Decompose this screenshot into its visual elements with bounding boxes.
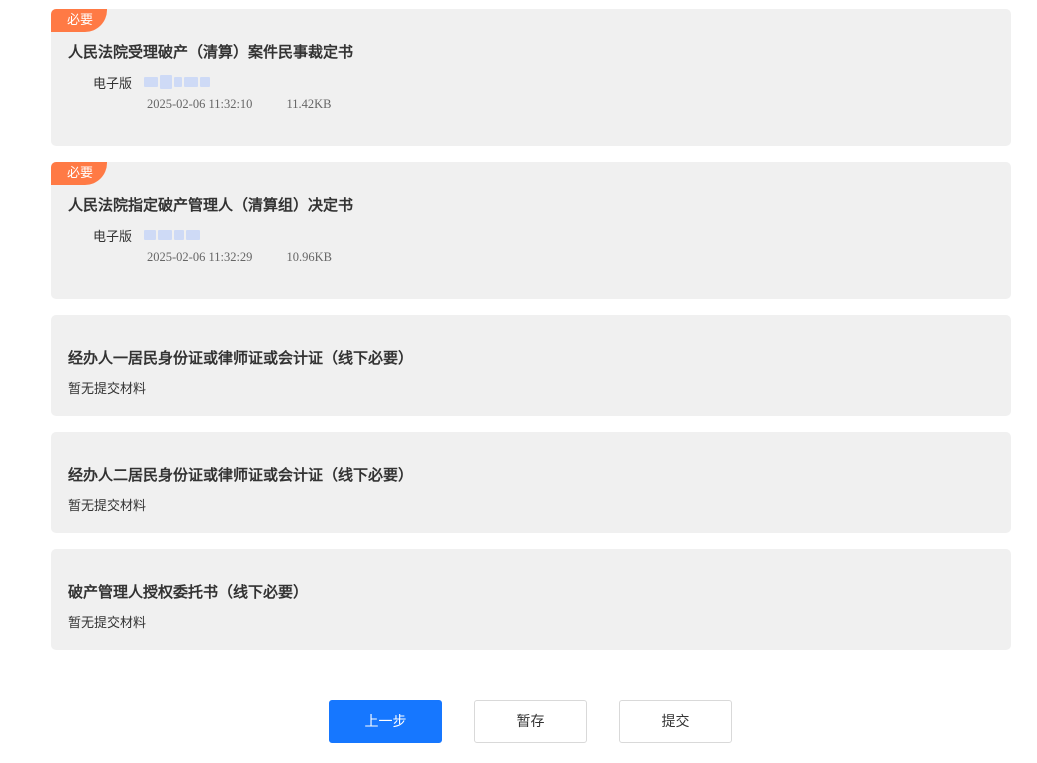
material-title: 人民法院受理破产（清算）案件民事裁定书 [68, 43, 354, 61]
material-card: 经办人二居民身份证或律师证或会计证（线下必要） 暂无提交材料 [51, 432, 1011, 533]
file-type-label: 电子版 [93, 76, 133, 92]
material-title: 经办人一居民身份证或律师证或会计证（线下必要） [68, 349, 414, 367]
file-meta: 2025-02-06 11:32:29 10.96KB [147, 250, 1011, 265]
file-row: 电子版 [93, 72, 1011, 92]
material-title: 人民法院指定破产管理人（清算组）决定书 [68, 196, 354, 214]
empty-text: 暂无提交材料 [68, 382, 147, 397]
material-title: 破产管理人授权委托书（线下必要） [68, 583, 309, 601]
file-row: 电子版 [93, 225, 1011, 245]
upload-time: 2025-02-06 11:32:10 [147, 97, 253, 111]
materials-list: 必要 人民法院受理破产（清算）案件民事裁定书 电子版 2025-02-06 11… [51, 9, 1011, 666]
upload-time: 2025-02-06 11:32:29 [147, 250, 253, 264]
material-title: 经办人二居民身份证或律师证或会计证（线下必要） [68, 466, 414, 484]
save-draft-button[interactable]: 暂存 [474, 700, 587, 743]
submit-button[interactable]: 提交 [619, 700, 732, 743]
file-size: 10.96KB [286, 250, 332, 264]
empty-text: 暂无提交材料 [68, 616, 147, 631]
file-meta: 2025-02-06 11:32:10 11.42KB [147, 97, 1011, 112]
material-card: 破产管理人授权委托书（线下必要） 暂无提交材料 [51, 549, 1011, 650]
file-name-link[interactable] [144, 75, 211, 89]
empty-text: 暂无提交材料 [68, 499, 147, 514]
material-card: 经办人一居民身份证或律师证或会计证（线下必要） 暂无提交材料 [51, 315, 1011, 416]
action-bar: 上一步 暂存 提交 [329, 700, 732, 743]
prev-step-button[interactable]: 上一步 [329, 700, 442, 743]
file-type-label: 电子版 [93, 229, 133, 245]
material-card: 必要 人民法院指定破产管理人（清算组）决定书 电子版 2025-02-06 11… [51, 162, 1011, 299]
file-name-link[interactable] [144, 229, 201, 241]
material-card: 必要 人民法院受理破产（清算）案件民事裁定书 电子版 2025-02-06 11… [51, 9, 1011, 146]
file-size: 11.42KB [286, 97, 332, 111]
